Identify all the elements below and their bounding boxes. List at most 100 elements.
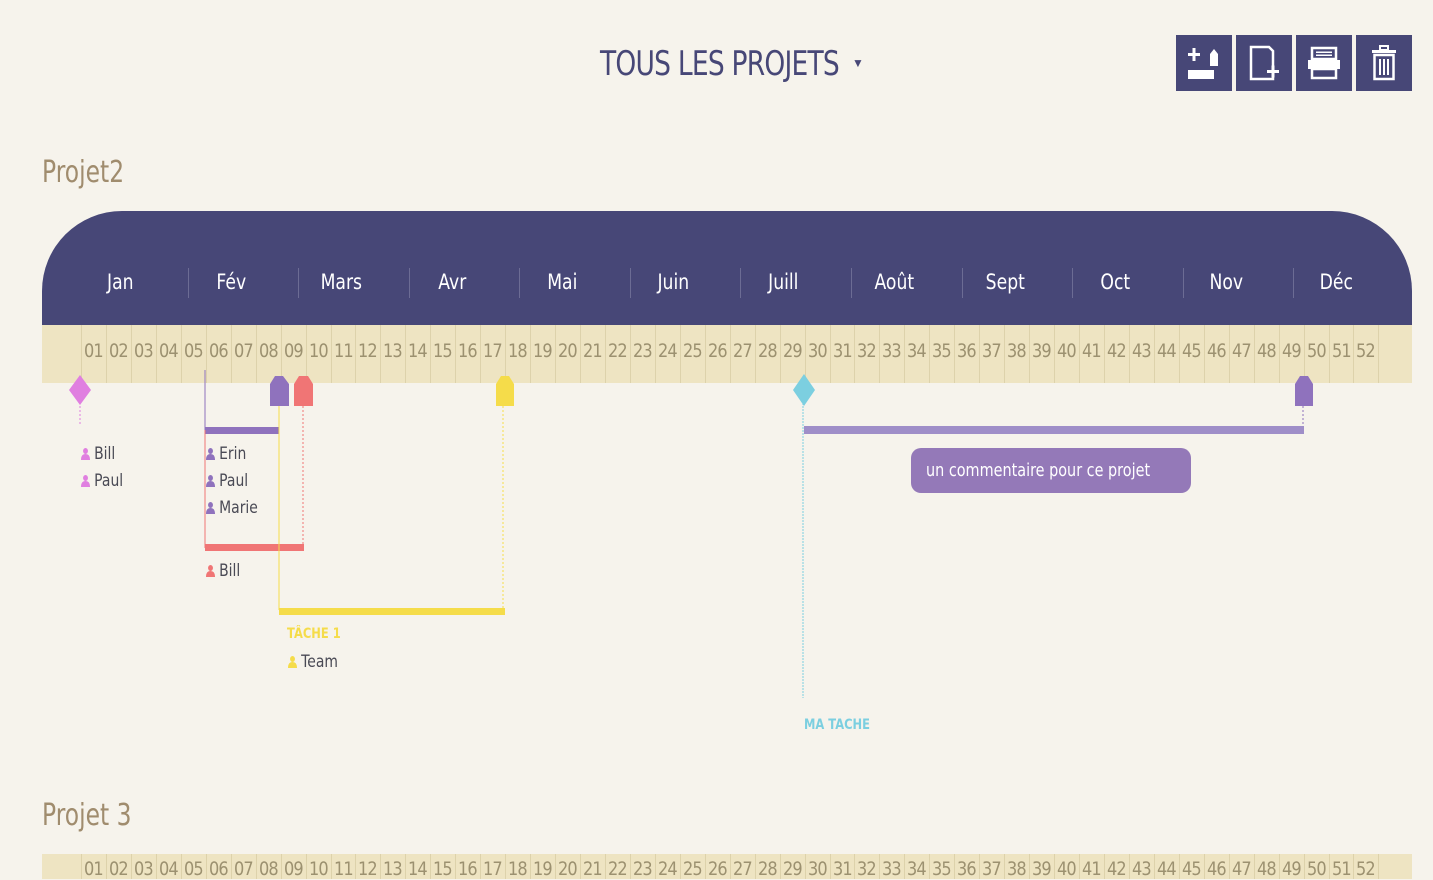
print-button[interactable] xyxy=(1296,35,1352,91)
month-separator xyxy=(1072,268,1074,298)
person-icon xyxy=(206,502,216,514)
week-gridline xyxy=(604,854,606,879)
week-label: 19 xyxy=(533,858,553,880)
week-label: 20 xyxy=(558,340,578,362)
print-icon xyxy=(1308,46,1340,80)
week-label: 26 xyxy=(707,340,728,362)
milestone-label[interactable]: MA TACHE xyxy=(804,717,870,733)
week-label: 51 xyxy=(1331,858,1352,880)
person-item: Marie xyxy=(206,498,258,518)
person-icon xyxy=(81,475,91,487)
week-label: 16 xyxy=(458,858,478,880)
week-gridline xyxy=(280,854,282,879)
week-gridline xyxy=(754,854,756,879)
week-gridline xyxy=(105,854,107,879)
week-label: 06 xyxy=(208,858,229,880)
week-label: 37 xyxy=(982,340,1002,362)
week-gridline xyxy=(829,854,831,879)
week-label: 34 xyxy=(907,340,927,362)
week-label: 36 xyxy=(957,858,977,880)
week-gridline xyxy=(779,854,781,879)
task-end-marker-yellow xyxy=(496,376,514,406)
add-task-button[interactable] xyxy=(1176,35,1232,91)
week-label: 28 xyxy=(757,340,778,362)
new-document-button[interactable] xyxy=(1236,35,1292,91)
month-label: Oct xyxy=(1100,270,1131,294)
week-gridline xyxy=(654,854,656,879)
week-gridline xyxy=(679,854,681,879)
month-label: Déc xyxy=(1319,270,1354,294)
week-label: 15 xyxy=(433,340,453,362)
month-separator xyxy=(187,268,189,298)
month-label: Août xyxy=(874,270,915,294)
week-gridline xyxy=(255,854,257,879)
month-label: Juin xyxy=(657,270,690,294)
week-label: 39 xyxy=(1032,858,1052,880)
week-label: 42 xyxy=(1106,858,1127,880)
week-label: 14 xyxy=(408,858,428,880)
week-gridline xyxy=(1203,854,1205,879)
week-label: 31 xyxy=(832,340,853,362)
task-bar-purple xyxy=(205,427,279,434)
week-label: 40 xyxy=(1057,340,1077,362)
week-label: 37 xyxy=(982,858,1002,880)
project-title: Projet 3 xyxy=(42,798,132,833)
week-label: 17 xyxy=(483,340,503,362)
timeline-canvas xyxy=(69,370,1313,698)
week-label: 11 xyxy=(333,340,354,362)
task-bar-salmon xyxy=(205,544,304,551)
week-label: 30 xyxy=(807,340,828,362)
week-label: 25 xyxy=(682,858,703,880)
week-label: 26 xyxy=(707,858,728,880)
week-gridline xyxy=(1079,854,1080,879)
project-comment[interactable]: un commentaire pour ce projet xyxy=(911,448,1191,493)
week-gridline xyxy=(1103,854,1105,879)
week-gridline xyxy=(1253,854,1255,879)
week-label: 36 xyxy=(957,340,977,362)
new-document-icon xyxy=(1249,45,1279,81)
month-label: Avr xyxy=(437,270,467,294)
milestone-diamond-cyan xyxy=(793,374,815,406)
week-label: 04 xyxy=(158,340,179,362)
task-bar-lavender xyxy=(804,426,1304,434)
person-item: Team xyxy=(288,652,338,672)
month-separator xyxy=(519,268,521,298)
week-label: 07 xyxy=(233,858,254,880)
week-label: 09 xyxy=(283,340,304,362)
week-label: 30 xyxy=(807,858,828,880)
week-gridline xyxy=(1278,854,1280,879)
week-label: 41 xyxy=(1082,858,1102,880)
week-gridline xyxy=(180,854,182,879)
week-label: 10 xyxy=(308,340,329,362)
project-selector[interactable]: TOUS LES PROJETS xyxy=(600,44,840,84)
week-gridline xyxy=(580,854,581,879)
week-label: 38 xyxy=(1007,858,1027,880)
month-label: Fév xyxy=(215,270,246,294)
week-gridline xyxy=(1153,854,1155,879)
week-label: 20 xyxy=(558,858,578,880)
chevron-down-icon[interactable]: ▼ xyxy=(852,56,864,70)
week-label: 32 xyxy=(857,340,877,362)
week-label: 08 xyxy=(258,858,279,880)
add-task-icon xyxy=(1188,48,1218,79)
week-label: 33 xyxy=(882,340,902,362)
toolbar xyxy=(1176,35,1412,91)
person-icon xyxy=(206,448,216,460)
person-icon xyxy=(288,656,298,668)
week-label: 31 xyxy=(832,858,853,880)
week-label: 14 xyxy=(408,340,428,362)
task-label[interactable]: TÂCHE 1 xyxy=(287,626,341,642)
week-label: 01 xyxy=(84,858,104,880)
week-label: 35 xyxy=(932,340,952,362)
week-label: 46 xyxy=(1206,340,1227,362)
delete-button[interactable] xyxy=(1356,35,1412,91)
week-label: 17 xyxy=(483,858,503,880)
week-gridline xyxy=(1228,854,1230,879)
week-gridline xyxy=(1378,854,1380,879)
week-label: 13 xyxy=(383,340,403,362)
week-label: 24 xyxy=(657,858,678,880)
month-label: Mars xyxy=(320,270,363,294)
week-label: 19 xyxy=(533,340,553,362)
week-label: 05 xyxy=(183,858,204,880)
week-gridline xyxy=(729,854,731,879)
